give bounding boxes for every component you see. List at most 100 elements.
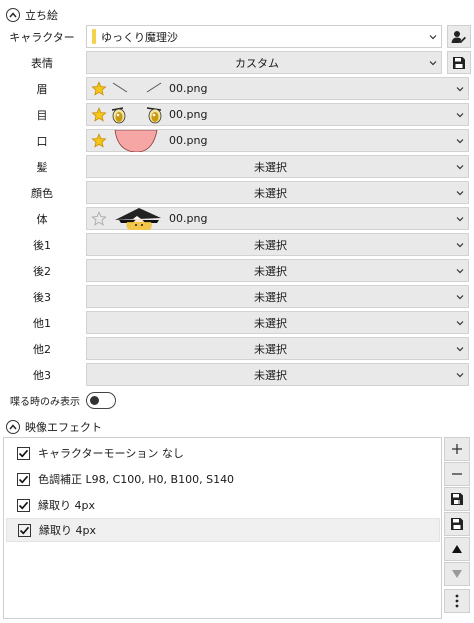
chevron-down-icon — [456, 373, 464, 378]
effects-toolbar — [444, 437, 470, 614]
move-up-icon — [452, 545, 462, 553]
part-label: 髪 — [36, 161, 48, 174]
part-value: 未選択 — [254, 316, 287, 330]
speak-only-toggle[interactable] — [86, 392, 116, 409]
part-row: 他2 未選択 — [0, 336, 474, 362]
eyes-thumbnail — [111, 107, 162, 124]
chevron-down-icon — [429, 61, 437, 66]
chevron-down-icon — [456, 347, 464, 352]
character-color-accent — [92, 29, 96, 44]
save-preset-icon — [451, 493, 463, 505]
chevron-down-icon — [456, 191, 464, 196]
part-label: 他1 — [33, 317, 51, 330]
more-options-button[interactable] — [444, 589, 470, 613]
effect-checkbox[interactable] — [17, 446, 30, 460]
effect-checkbox[interactable] — [18, 523, 31, 537]
part-label: 体 — [36, 213, 48, 226]
expression-row: 表情 カスタム — [0, 50, 474, 76]
part-label: 後3 — [33, 291, 51, 304]
part-select[interactable]: 未選択 — [86, 337, 469, 360]
part-row: 後2 未選択 — [0, 258, 474, 284]
save-expression-button[interactable] — [447, 51, 471, 74]
expression-value: カスタム — [235, 56, 279, 70]
part-row: 口 00.png — [0, 128, 474, 154]
part-select[interactable]: 未選択 — [86, 311, 469, 334]
move-up-button[interactable] — [444, 537, 470, 561]
part-value: 00.png — [169, 108, 208, 121]
chevron-down-icon — [456, 87, 464, 92]
part-label: 目 — [36, 109, 48, 122]
effects-list[interactable]: キャラクターモーション なし 色調補正 L98, C100, H0, B100,… — [3, 437, 442, 619]
effect-checkbox[interactable] — [17, 498, 30, 512]
save-effect-button[interactable] — [444, 512, 470, 536]
part-value: 00.png — [169, 82, 208, 95]
part-select[interactable]: 未選択 — [86, 259, 469, 282]
part-label: 他3 — [33, 369, 51, 382]
collapse-icon[interactable] — [6, 420, 20, 434]
effect-label: 縁取り 4px — [39, 524, 96, 537]
part-select[interactable]: 未選択 — [86, 363, 469, 386]
part-select[interactable]: 未選択 — [86, 155, 469, 178]
move-down-button[interactable] — [444, 562, 470, 586]
part-select[interactable]: 未選択 — [86, 285, 469, 308]
part-value: 00.png — [169, 134, 208, 147]
remove-effect-button[interactable] — [444, 462, 470, 486]
favorite-star-icon[interactable] — [91, 81, 107, 97]
body-thumbnail — [115, 208, 161, 230]
effect-item-selected[interactable]: 縁取り 4px — [6, 518, 440, 542]
part-row: 顔色 未選択 — [0, 180, 474, 206]
part-select[interactable]: 00.png — [86, 103, 469, 126]
standing-section-header[interactable]: 立ち絵 — [6, 5, 58, 25]
effect-label: キャラクターモーション なし — [38, 447, 184, 460]
chevron-down-icon — [456, 295, 464, 300]
favorite-star-outline-icon[interactable] — [91, 211, 107, 227]
part-select[interactable]: 未選択 — [86, 233, 469, 256]
part-select[interactable]: 00.png — [86, 207, 469, 230]
section-title: 映像エフェクト — [25, 421, 102, 434]
effect-item[interactable]: キャラクターモーション なし — [6, 441, 440, 465]
part-row: 後1 未選択 — [0, 232, 474, 258]
eyebrows-thumbnail — [112, 82, 162, 93]
toggle-knob — [90, 396, 99, 405]
part-row: 他1 未選択 — [0, 310, 474, 336]
character-row: キャラクター ゆっくり魔理沙 — [0, 24, 474, 50]
chevron-down-icon — [456, 113, 464, 118]
collapse-icon[interactable] — [6, 8, 20, 22]
chevron-down-icon — [456, 217, 464, 222]
save-icon — [451, 518, 463, 530]
part-label: 後1 — [33, 239, 51, 252]
part-select[interactable]: 未選択 — [86, 181, 469, 204]
favorite-star-icon[interactable] — [91, 133, 107, 149]
part-row: 目 00.png — [0, 102, 474, 128]
part-select[interactable]: 00.png — [86, 77, 469, 100]
character-select[interactable]: ゆっくり魔理沙 — [86, 25, 442, 48]
save-preset-button[interactable] — [444, 487, 470, 511]
part-label: 口 — [36, 135, 48, 148]
part-value: 未選択 — [254, 264, 287, 278]
section-title: 立ち絵 — [25, 9, 58, 22]
chevron-down-icon — [456, 321, 464, 326]
effect-label: 縁取り 4px — [38, 499, 95, 512]
effect-checkbox[interactable] — [17, 472, 30, 486]
chevron-down-icon — [456, 243, 464, 248]
part-value: 未選択 — [254, 342, 287, 356]
part-select[interactable]: 00.png — [86, 129, 469, 152]
chevron-down-icon — [456, 269, 464, 274]
part-value: 未選択 — [254, 368, 287, 382]
expression-select[interactable]: カスタム — [86, 51, 442, 74]
part-label: 顔色 — [31, 187, 53, 200]
effect-item[interactable]: 色調補正 L98, C100, H0, B100, S140 — [6, 467, 440, 491]
part-value: 未選択 — [254, 160, 287, 174]
add-effect-button[interactable] — [444, 437, 470, 461]
part-label: 他2 — [33, 343, 51, 356]
mouth-thumbnail — [114, 130, 158, 152]
part-row: 後3 未選択 — [0, 284, 474, 310]
character-settings-button[interactable] — [447, 25, 471, 48]
favorite-star-icon[interactable] — [91, 107, 107, 123]
minus-icon — [452, 473, 462, 475]
part-value: 未選択 — [254, 290, 287, 304]
effect-item[interactable]: 縁取り 4px — [6, 493, 440, 517]
character-value: ゆっくり魔理沙 — [101, 30, 178, 44]
effects-section-header[interactable]: 映像エフェクト — [6, 417, 102, 437]
expression-label: 表情 — [31, 57, 53, 70]
